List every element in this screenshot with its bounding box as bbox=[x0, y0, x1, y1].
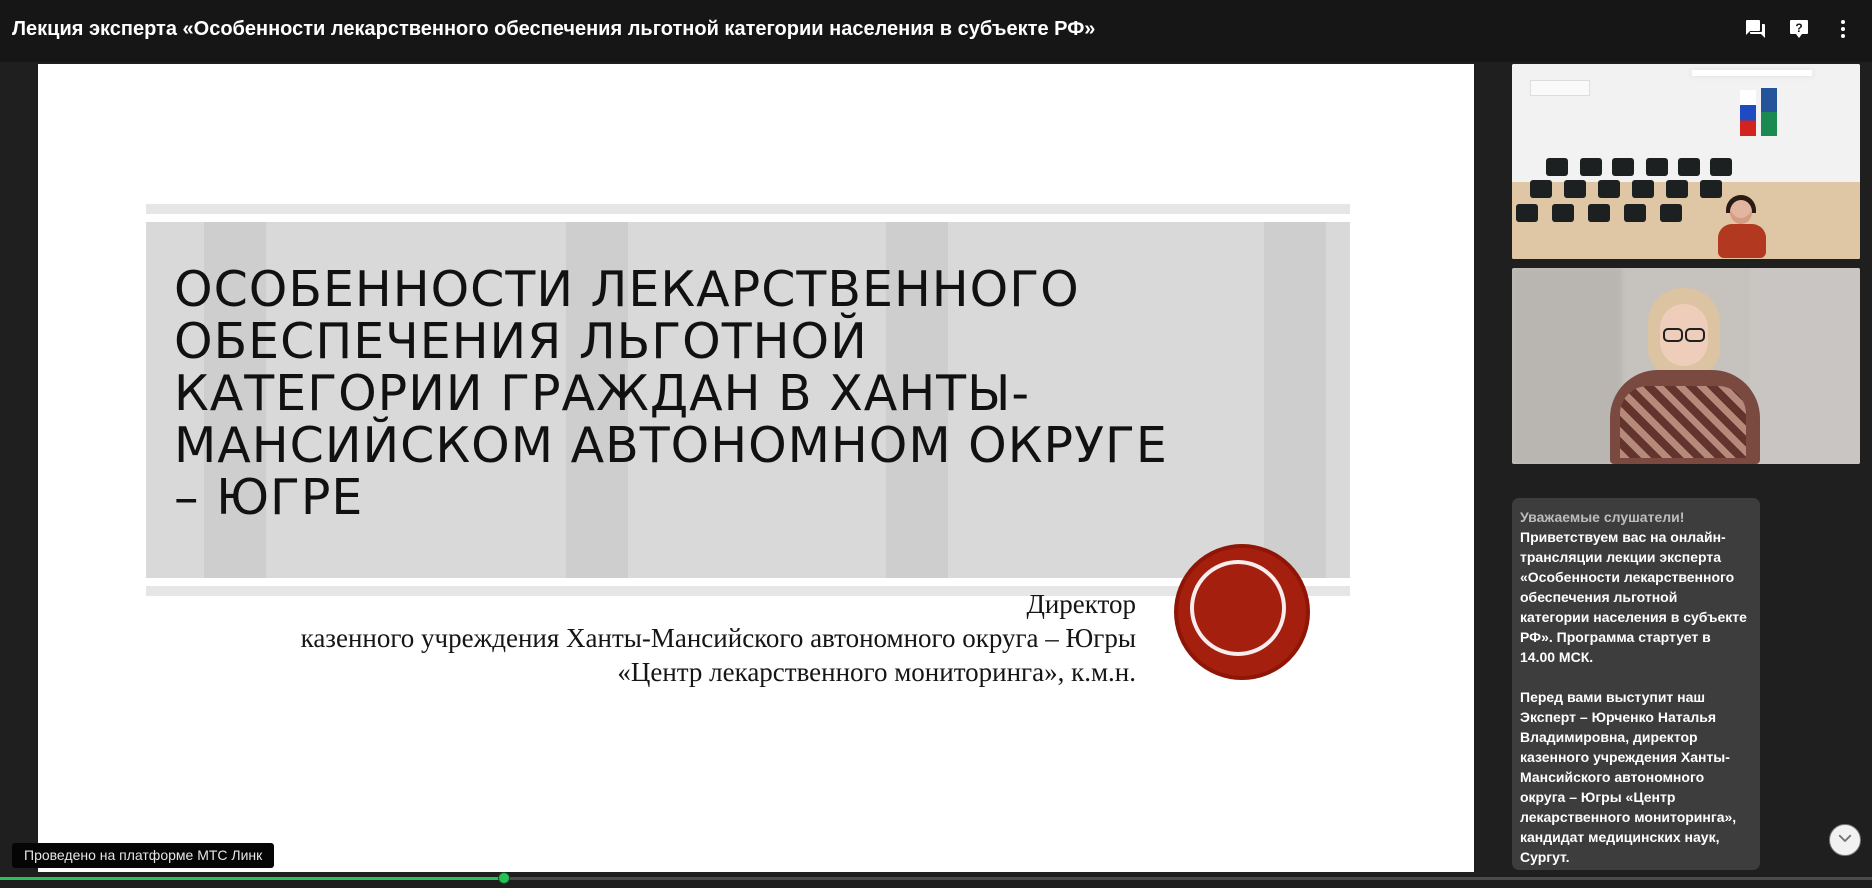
top-actions: ? bbox=[1742, 16, 1856, 42]
chat-icon[interactable] bbox=[1742, 16, 1768, 42]
speaker-portrait bbox=[1596, 288, 1776, 464]
participant-woman-red-dress bbox=[1708, 195, 1778, 259]
presentation-slide: ОСОБЕННОСТИ ЛЕКАРСТВЕННОГО ОБЕСПЕЧЕНИЯ Л… bbox=[38, 64, 1474, 872]
speaker-caption: Директор казенного учреждения Ханты-Манс… bbox=[301, 587, 1136, 689]
scroll-down-button[interactable] bbox=[1829, 824, 1861, 856]
speaker-institution: казенного учреждения Ханты-Мансийского а… bbox=[300, 623, 1136, 653]
chat-message-text: Приветствуем вас на онлайн- трансляции л… bbox=[1520, 529, 1747, 865]
top-bar: Лекция эксперта «Особенности лекарственн… bbox=[0, 0, 1872, 62]
chevron-down-icon bbox=[1836, 829, 1854, 852]
video-feed-speaker[interactable] bbox=[1512, 268, 1860, 464]
seal-ring bbox=[1190, 560, 1286, 656]
red-seal-emblem bbox=[1174, 544, 1310, 680]
slide-title: ОСОБЕННОСТИ ЛЕКАРСТВЕННОГО ОБЕСПЕЧЕНИЯ Л… bbox=[174, 261, 1168, 526]
regional-flag-image bbox=[1761, 88, 1777, 136]
chat-heading: Уважаемые слушатели! bbox=[1520, 509, 1685, 525]
page-title: Лекция эксперта «Особенности лекарственн… bbox=[12, 18, 1096, 40]
air-conditioner-image bbox=[1530, 80, 1590, 96]
russian-flag-image bbox=[1740, 90, 1756, 136]
speaker-role: Директор bbox=[1026, 589, 1136, 619]
progress-fill bbox=[0, 877, 504, 880]
speaker-center: «Центр лекарственного мониторинга», к.м.… bbox=[617, 657, 1136, 687]
video-feed-room[interactable] bbox=[1512, 64, 1860, 259]
more-icon[interactable] bbox=[1830, 16, 1856, 42]
svg-text:?: ? bbox=[1795, 21, 1802, 35]
progress-handle[interactable] bbox=[497, 872, 510, 884]
playback-progress-bar[interactable] bbox=[0, 872, 1872, 884]
platform-label: Проведено на платформе МТС Линк bbox=[12, 843, 275, 868]
help-icon[interactable]: ? bbox=[1786, 16, 1812, 42]
chat-message-panel[interactable]: Уважаемые слушатели! Приветствуем вас на… bbox=[1512, 498, 1760, 870]
